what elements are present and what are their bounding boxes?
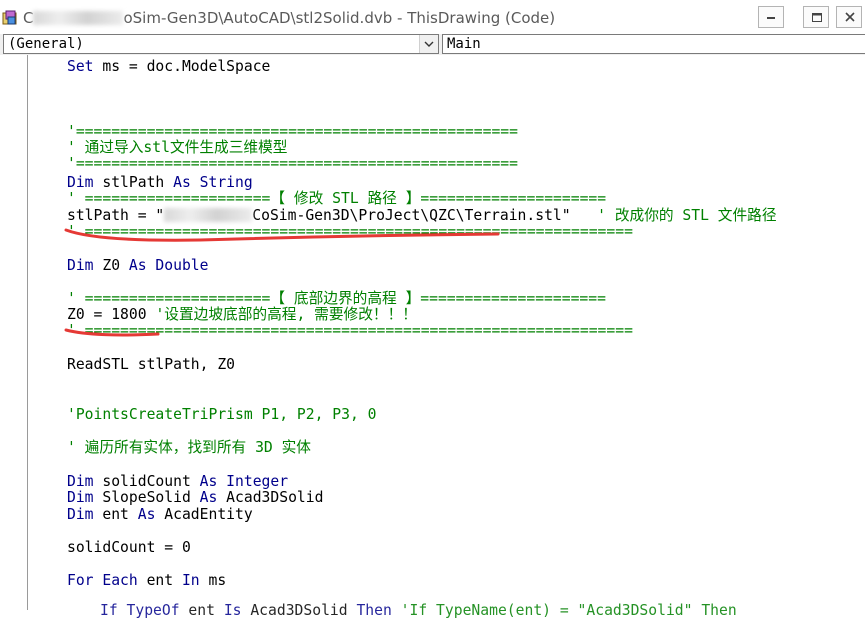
code-text: ent: [137, 572, 182, 589]
comment-line: 'PointsCreateTriPrism P1, P2, P3, 0: [67, 406, 377, 423]
keyword: Then: [356, 602, 392, 619]
code-line: Dim ent As AcadEntity: [67, 506, 253, 523]
code-line: ReadSTL stlPath, Z0: [67, 356, 236, 373]
code-text: ent: [179, 602, 224, 619]
code-editor[interactable]: Set ms = doc.ModelSpace '===============…: [0, 55, 865, 619]
redacted-path: [33, 11, 124, 25]
keyword: In: [181, 572, 200, 589]
object-dropdown-value: (General): [8, 36, 84, 52]
code-line-partial: If TypeOf ent Is Acad3DSolid Then 'If Ty…: [100, 602, 737, 619]
minimize-button[interactable]: [758, 6, 784, 28]
code-text: SlopeSolid: [93, 489, 200, 506]
comment-line: ' 遍历所有实体，找到所有 3D 实体: [67, 439, 311, 456]
underline-stlpath: [64, 228, 500, 242]
comment-text: 'If TypeName(ent) = "Acad3DSolid" Then: [391, 602, 737, 619]
code-text: solidCount: [93, 473, 200, 490]
keyword: Is: [223, 602, 242, 619]
code-text: ms: [199, 572, 227, 589]
red-annotations: [64, 228, 500, 337]
keyword: For Each: [67, 572, 138, 589]
title-prefix: C: [23, 9, 34, 27]
title-suffix: oSim-Gen3D\AutoCAD\stl2Solid.dvb - ThisD…: [123, 9, 556, 27]
code-line: Dim SlopeSolid As Acad3DSolid: [67, 489, 323, 506]
code-text: Acad3DSolid: [241, 602, 357, 619]
close-icon: [845, 12, 855, 22]
code-line: solidCount = 0: [67, 539, 191, 556]
window-title: CoSim-Gen3D\AutoCAD\stl2Solid.dvb - This…: [23, 9, 555, 27]
object-dropdown[interactable]: (General): [3, 34, 439, 54]
close-button[interactable]: [836, 6, 862, 28]
procedure-dropdown[interactable]: Main: [442, 34, 865, 54]
keyword: As: [199, 489, 218, 506]
code-toolbar: (General) Main: [0, 34, 865, 55]
keyword: Dim: [67, 489, 94, 506]
code-text: AcadEntity: [155, 506, 253, 523]
code-text: Acad3DSolid: [217, 489, 324, 506]
maximize-icon: [812, 13, 822, 22]
procedure-dropdown-value: Main: [447, 36, 481, 52]
maximize-button[interactable]: [803, 6, 829, 28]
keyword: As Integer: [199, 473, 289, 490]
vba-editor-icon[interactable]: [2, 10, 18, 26]
title-bar: CoSim-Gen3D\AutoCAD\stl2Solid.dvb - This…: [0, 0, 865, 34]
keyword: Dim: [67, 473, 94, 490]
minimize-icon: [767, 17, 775, 19]
chevron-down-icon[interactable]: [419, 35, 438, 53]
code-line: Dim solidCount As Integer: [67, 473, 288, 490]
underline-z0: [64, 328, 160, 337]
code-text: ent: [93, 506, 138, 523]
keyword: Dim: [67, 506, 94, 523]
keyword: If TypeOf: [100, 602, 180, 619]
keyword: As: [137, 506, 156, 523]
code-line: For Each ent In ms: [67, 572, 226, 589]
